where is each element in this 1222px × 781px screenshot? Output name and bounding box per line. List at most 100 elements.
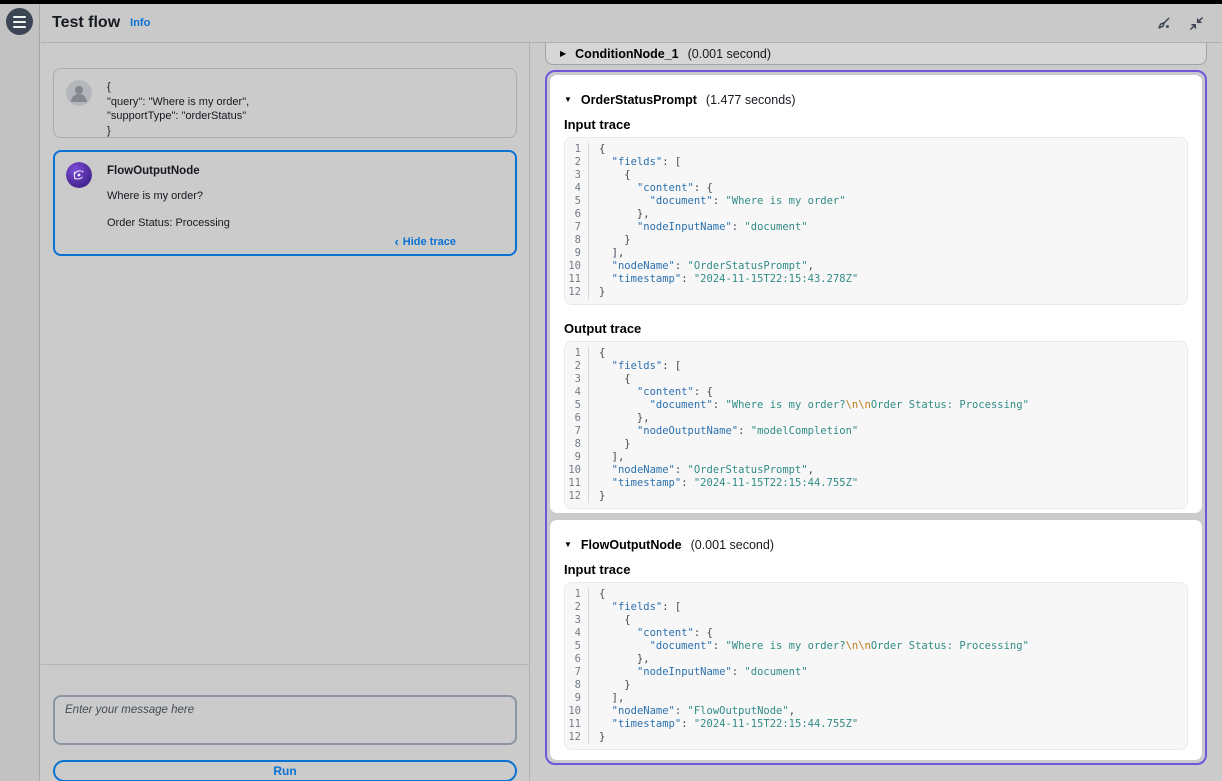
- code-line: "content": {: [636, 627, 713, 640]
- user-message-card: { "query": "Where is my order", "support…: [53, 68, 517, 138]
- code-line: ],: [599, 451, 625, 463]
- code-line-row: 8 }: [565, 438, 1187, 451]
- bot-avatar: [66, 162, 92, 188]
- code-line-row: 6 },: [565, 653, 1187, 667]
- code-line: }: [599, 679, 631, 692]
- chevron-left-icon: ‹: [394, 234, 399, 250]
- info-link[interactable]: Info: [130, 17, 150, 29]
- code-line: },: [599, 653, 650, 666]
- message-input[interactable]: [53, 695, 517, 745]
- flow-node-icon: [66, 162, 92, 188]
- code-line-row: 7 "nodeInputName": "document": [565, 666, 1187, 680]
- hide-trace-link[interactable]: ‹ Hide trace: [394, 235, 456, 250]
- code-line-row: 10 "nodeName": "OrderStatusPrompt",: [565, 260, 1187, 273]
- line-number: 1: [565, 143, 589, 156]
- code-line: }: [599, 286, 606, 298]
- code-line-row: 9 ],: [565, 247, 1187, 260]
- code-line: {: [599, 373, 631, 385]
- bot-message-body: FlowOutputNode Where is my order? Order …: [107, 162, 504, 248]
- line-number: 6: [565, 412, 589, 425]
- code-line: "fields": [: [611, 601, 682, 614]
- code-line: {: [599, 169, 631, 181]
- line-number: 4: [565, 182, 589, 195]
- code-line-row: 4 "content": {: [565, 627, 1187, 641]
- line-number: 11: [565, 718, 589, 732]
- code-line: "timestamp": "2024-11-15T22:15:44.755Z": [611, 477, 859, 489]
- code-line: "document": "Where is my order?\n\nOrder…: [649, 640, 1029, 653]
- bot-message-title: FlowOutputNode: [107, 165, 200, 177]
- line-number: 11: [565, 273, 589, 286]
- line-number: 7: [565, 425, 589, 438]
- code-line: }: [599, 234, 631, 246]
- hamburger-menu-button[interactable]: [6, 8, 33, 35]
- triangle-down-icon: ▼: [564, 95, 572, 104]
- code-block: 1{2 "fields": [3 {4 "content": {5 "docum…: [564, 137, 1188, 305]
- line-number: 7: [565, 221, 589, 234]
- code-line-row: 11 "timestamp": "2024-11-15T22:15:44.755…: [565, 477, 1187, 490]
- code-line: }: [599, 438, 631, 450]
- code-line: },: [599, 412, 650, 424]
- code-line-row: 11 "timestamp": "2024-11-15T22:15:44.755…: [565, 718, 1187, 732]
- code-line: "nodeName": "FlowOutputNode",: [611, 705, 796, 718]
- line-number: 2: [565, 360, 589, 373]
- code-line: "nodeName": "OrderStatusPrompt",: [611, 464, 814, 476]
- collapse-panel-button[interactable]: [1187, 14, 1206, 33]
- trace-section-flowoutputnode: ▼ FlowOutputNode (0.001 second) Input trace…: [549, 519, 1203, 761]
- trace-block-heading: Output trace: [564, 321, 642, 336]
- code-line: "fields": [: [611, 360, 682, 372]
- line-number: 8: [565, 234, 589, 247]
- code-line-row: 3 {: [565, 614, 1187, 628]
- code-line: "nodeName": "OrderStatusPrompt",: [611, 260, 814, 272]
- bot-message-card: FlowOutputNode Where is my order? Order …: [53, 150, 517, 256]
- trace-section-conditionnode-collapsed[interactable]: ▶ ConditionNode_1 (0.001 second): [545, 43, 1207, 65]
- code-line: "nodeOutputName": "modelCompletion": [636, 425, 859, 437]
- line-number: 5: [565, 399, 589, 412]
- code-line: "content": {: [636, 386, 713, 398]
- trace-section-title: ConditionNode_1: [575, 46, 679, 61]
- code-line: {: [599, 347, 606, 359]
- code-line-row: 10 "nodeName": "FlowOutputNode",: [565, 705, 1187, 719]
- line-number: 6: [565, 208, 589, 221]
- code-line: "nodeInputName": "document": [636, 221, 808, 233]
- trace-section-toggle[interactable]: ▼ OrderStatusPrompt (1.477 seconds): [564, 91, 1188, 109]
- line-number: 10: [565, 464, 589, 477]
- code-line-row: 5 "document": "Where is my order": [565, 195, 1187, 208]
- chat-panel: { "query": "Where is my order", "support…: [41, 43, 530, 781]
- code-line-row: 7 "nodeOutputName": "modelCompletion": [565, 425, 1187, 438]
- code-line: }: [599, 490, 606, 502]
- code-line-row: 7 "nodeInputName": "document": [565, 221, 1187, 234]
- code-line-row: 1{: [565, 588, 1187, 602]
- code-line-row: 8 }: [565, 234, 1187, 247]
- trace-section-orderstatusprompt: ▼ OrderStatusPrompt (1.477 seconds) Input t…: [549, 74, 1203, 515]
- line-number: 2: [565, 156, 589, 169]
- hamburger-icon: [13, 15, 26, 18]
- side-rail: [0, 4, 40, 781]
- trace-section-toggle[interactable]: ▼ FlowOutputNode (0.001 second): [564, 536, 1188, 554]
- code-line: }: [599, 731, 606, 744]
- code-line: },: [599, 208, 650, 220]
- line-number: 12: [565, 731, 589, 745]
- code-line-row: 5 "document": "Where is my order?\n\nOrd…: [565, 399, 1187, 412]
- user-message-line: "supportType": "orderStatus": [107, 110, 247, 122]
- line-number: 10: [565, 705, 589, 719]
- line-number: 11: [565, 477, 589, 490]
- panel-header: Test flow Info: [41, 4, 1222, 43]
- triangle-down-icon: ▼: [564, 540, 572, 550]
- bot-message-line: Order Status: Processing: [107, 217, 230, 229]
- user-message-body: { "query": "Where is my order", "support…: [107, 80, 504, 137]
- line-number: 3: [565, 614, 589, 628]
- line-number: 4: [565, 386, 589, 399]
- clear-conversation-button[interactable]: [1154, 14, 1173, 33]
- code-line-row: 2 "fields": [: [565, 360, 1187, 373]
- run-button[interactable]: Run: [53, 760, 517, 781]
- line-number: 6: [565, 653, 589, 667]
- line-number: 2: [565, 601, 589, 615]
- line-number: 12: [565, 286, 589, 299]
- code-line-row: 10 "nodeName": "OrderStatusPrompt",: [565, 464, 1187, 477]
- code-line: "document": "Where is my order?\n\nOrder…: [649, 399, 1029, 411]
- code-line-row: 12}: [565, 286, 1187, 299]
- trace-panel: ▶ ConditionNode_1 (0.001 second) ▼ OrderS…: [531, 43, 1222, 781]
- page-title: Test flow: [52, 14, 121, 31]
- line-number: 12: [565, 490, 589, 503]
- code-line-row: 4 "content": {: [565, 182, 1187, 195]
